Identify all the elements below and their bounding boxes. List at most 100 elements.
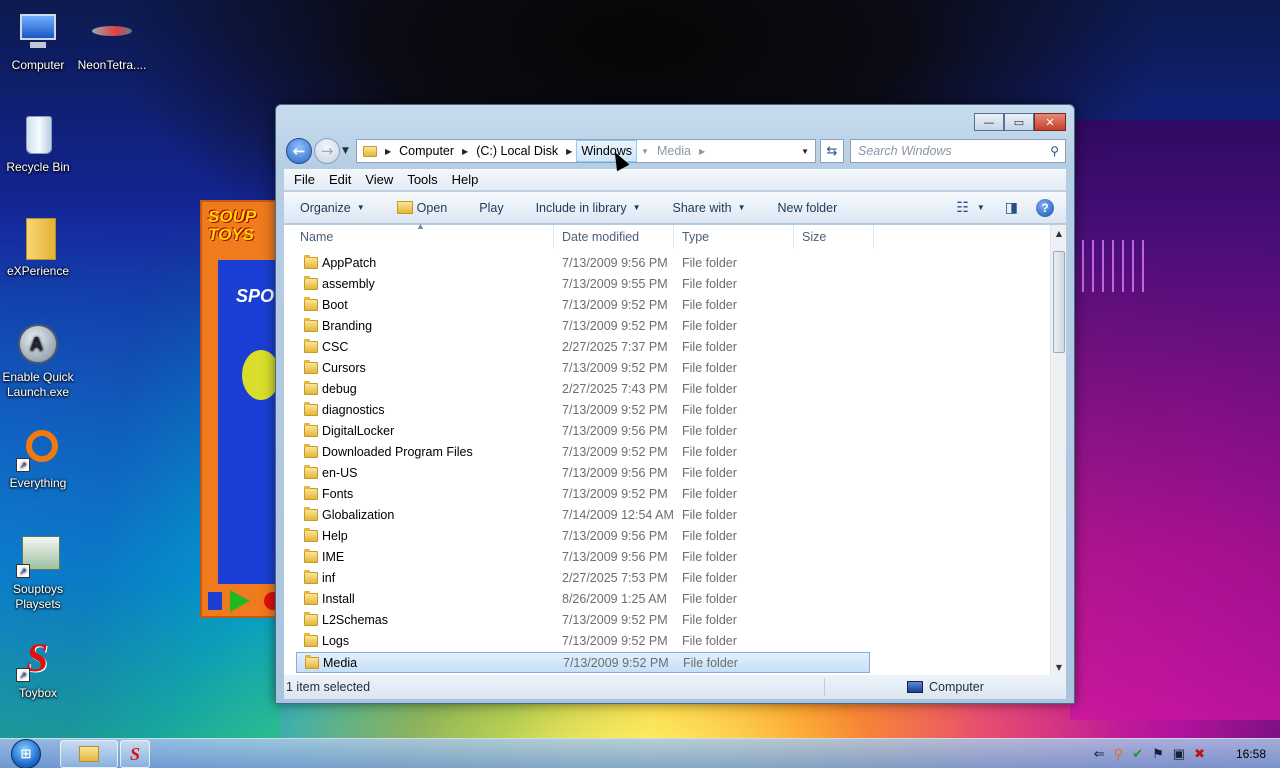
desktop-icon-experience[interactable]: eXPerience: [0, 216, 76, 279]
desktop-icon-souptoys-playsets[interactable]: ↗ Souptoys Playsets: [0, 534, 76, 612]
scroll-down-arrow-icon[interactable]: ▼: [1051, 659, 1067, 675]
folder-icon: [304, 402, 318, 416]
column-type[interactable]: Type: [674, 225, 794, 249]
view-options-icon[interactable]: ☷: [956, 199, 969, 216]
taskbar-toybox-button[interactable]: S: [120, 740, 150, 768]
share-with-button[interactable]: Share with ▼: [657, 201, 762, 215]
search-icon[interactable]: ⚲: [1050, 144, 1059, 158]
network-icon[interactable]: ▣: [1173, 746, 1185, 762]
folder-icon: [304, 297, 318, 311]
new-folder-button[interactable]: New folder: [762, 201, 854, 215]
volume-muted-icon[interactable]: ✖: [1194, 746, 1205, 762]
desktop-icon-label: Souptoys Playsets: [12, 582, 64, 611]
breadcrumb-windows[interactable]: Windows: [576, 140, 638, 162]
help-icon[interactable]: ?: [1036, 198, 1054, 217]
file-date: 2/27/2025 7:43 PM: [562, 382, 668, 396]
desktop-icon-toybox[interactable]: S ↗ Toybox: [0, 638, 76, 701]
file-name: Boot: [322, 298, 348, 312]
table-row[interactable]: Logs 7/13/2009 9:52 PM File folder: [296, 631, 870, 652]
file-date: 2/27/2025 7:53 PM: [562, 571, 668, 585]
table-row[interactable]: Branding 7/13/2009 9:52 PM File folder: [296, 316, 870, 337]
menu-view[interactable]: View: [365, 172, 393, 187]
table-row[interactable]: DigitalLocker 7/13/2009 9:56 PM File folde…: [296, 421, 870, 442]
file-date: 7/13/2009 9:52 PM: [562, 403, 668, 417]
table-row[interactable]: diagnostics 7/13/2009 9:52 PM File folder: [296, 400, 870, 421]
souptoys-logo: SOUP TOYS: [208, 207, 256, 244]
desktop-icon-label: Recycle Bin: [6, 160, 70, 174]
search-everything-icon[interactable]: ⚲: [1114, 746, 1124, 762]
column-size[interactable]: Size: [794, 225, 874, 249]
table-row[interactable]: Media 7/13/2009 9:52 PM File folder: [296, 652, 870, 673]
menu-tools[interactable]: Tools: [407, 172, 437, 187]
table-row[interactable]: Help 7/13/2009 9:56 PM File folder: [296, 526, 870, 547]
chevron-right-icon[interactable]: ▶: [458, 147, 472, 156]
table-row[interactable]: IME 7/13/2009 9:56 PM File folder: [296, 547, 870, 568]
organize-button[interactable]: Organize ▼: [284, 201, 381, 215]
menu-file[interactable]: File: [294, 172, 315, 187]
desktop-icon-computer[interactable]: Computer: [0, 10, 76, 73]
table-row[interactable]: AppPatch 7/13/2009 9:56 PM File folder: [296, 253, 870, 274]
desktop-icon-quick-launch[interactable]: A Enable Quick Launch.exe: [0, 322, 76, 400]
start-button[interactable]: ⊞: [6, 739, 46, 768]
refresh-button[interactable]: ⇆: [820, 139, 844, 163]
column-date-modified[interactable]: Date modified: [554, 225, 674, 249]
recent-pages-dropdown[interactable]: ▼: [342, 146, 349, 156]
table-row[interactable]: L2Schemas 7/13/2009 9:52 PM File folder: [296, 610, 870, 631]
chevron-down-icon[interactable]: ▼: [977, 203, 985, 212]
breadcrumb-media[interactable]: Media: [653, 144, 695, 158]
desktop-icon-everything[interactable]: ↗ Everything: [0, 428, 76, 491]
folder-icon: [304, 591, 318, 605]
new-folder-label: New folder: [777, 200, 838, 215]
table-row[interactable]: assembly 7/13/2009 9:55 PM File folder: [296, 274, 870, 295]
clock[interactable]: 16:58: [1236, 747, 1266, 761]
include-in-library-button[interactable]: Include in library ▼: [520, 201, 657, 215]
table-row[interactable]: Fonts 7/13/2009 9:52 PM File folder: [296, 484, 870, 505]
explorer-window[interactable]: — ▭ ✕ ← → ▼ ▶ Computer ▶ (C:) Local Disk…: [275, 104, 1075, 704]
chevron-right-icon[interactable]: ▶: [381, 147, 395, 156]
maximize-button[interactable]: ▭: [1004, 113, 1034, 131]
folder-icon: [304, 444, 318, 458]
file-type: File folder: [682, 508, 737, 522]
address-bar[interactable]: ▶ Computer ▶ (C:) Local Disk ▶ Windows ▼…: [356, 139, 816, 163]
scroll-up-arrow-icon[interactable]: ▲: [1051, 225, 1067, 241]
table-row[interactable]: Downloaded Program Files 7/13/2009 9:52 P…: [296, 442, 870, 463]
menu-help[interactable]: Help: [452, 172, 479, 187]
minimize-button[interactable]: —: [974, 113, 1004, 131]
table-row[interactable]: inf 2/27/2025 7:53 PM File folder: [296, 568, 870, 589]
search-input[interactable]: Search Windows ⚲: [850, 139, 1066, 163]
table-row[interactable]: debug 2/27/2025 7:43 PM File folder: [296, 379, 870, 400]
play-button[interactable]: Play: [463, 201, 519, 215]
taskbar-explorer-button[interactable]: [60, 740, 118, 768]
breadcrumb-computer[interactable]: Computer: [395, 144, 458, 158]
desktop-icon-recycle-bin[interactable]: Recycle Bin: [0, 112, 76, 175]
computer-icon: [907, 681, 923, 693]
show-hidden-icons-icon[interactable]: ⇐: [1094, 746, 1105, 762]
folder-icon: [304, 381, 318, 395]
table-row[interactable]: Install 8/26/2009 1:25 AM File folder: [296, 589, 870, 610]
open-button[interactable]: Open: [381, 201, 464, 215]
souptoys-window[interactable]: SOUP TOYS SPO: [200, 200, 282, 618]
open-label: Open: [416, 200, 448, 215]
back-button[interactable]: ←: [286, 138, 312, 164]
forward-button[interactable]: →: [314, 138, 340, 164]
scroll-thumb[interactable]: [1053, 251, 1065, 353]
menu-edit[interactable]: Edit: [329, 172, 351, 187]
close-button[interactable]: ✕: [1034, 113, 1066, 131]
address-history-dropdown[interactable]: ▼: [795, 147, 815, 156]
preview-pane-icon[interactable]: ◨: [1005, 199, 1018, 216]
table-row[interactable]: Globalization 7/14/2009 12:54 AM File fold…: [296, 505, 870, 526]
chevron-down-icon[interactable]: ▼: [637, 147, 653, 156]
action-center-flag-icon[interactable]: ⚑: [1152, 746, 1164, 762]
file-list[interactable]: Name ▲ Date modified Type Size AppPatch 7…: [284, 221, 1066, 675]
chevron-right-icon[interactable]: ▶: [562, 147, 576, 156]
table-row[interactable]: en-US 7/13/2009 9:56 PM File folder: [296, 463, 870, 484]
breadcrumb-local-disk[interactable]: (C:) Local Disk: [472, 144, 562, 158]
file-type: File folder: [682, 361, 737, 375]
vertical-scrollbar[interactable]: ▲ ▼: [1050, 225, 1066, 675]
security-icon[interactable]: ✔: [1132, 746, 1143, 762]
souptoys-panel: [218, 260, 280, 584]
table-row[interactable]: CSC 2/27/2025 7:37 PM File folder: [296, 337, 870, 358]
desktop-icon-neontetra[interactable]: NeonTetra....: [74, 10, 150, 73]
table-row[interactable]: Cursors 7/13/2009 9:52 PM File folder: [296, 358, 870, 379]
table-row[interactable]: Boot 7/13/2009 9:52 PM File folder: [296, 295, 870, 316]
